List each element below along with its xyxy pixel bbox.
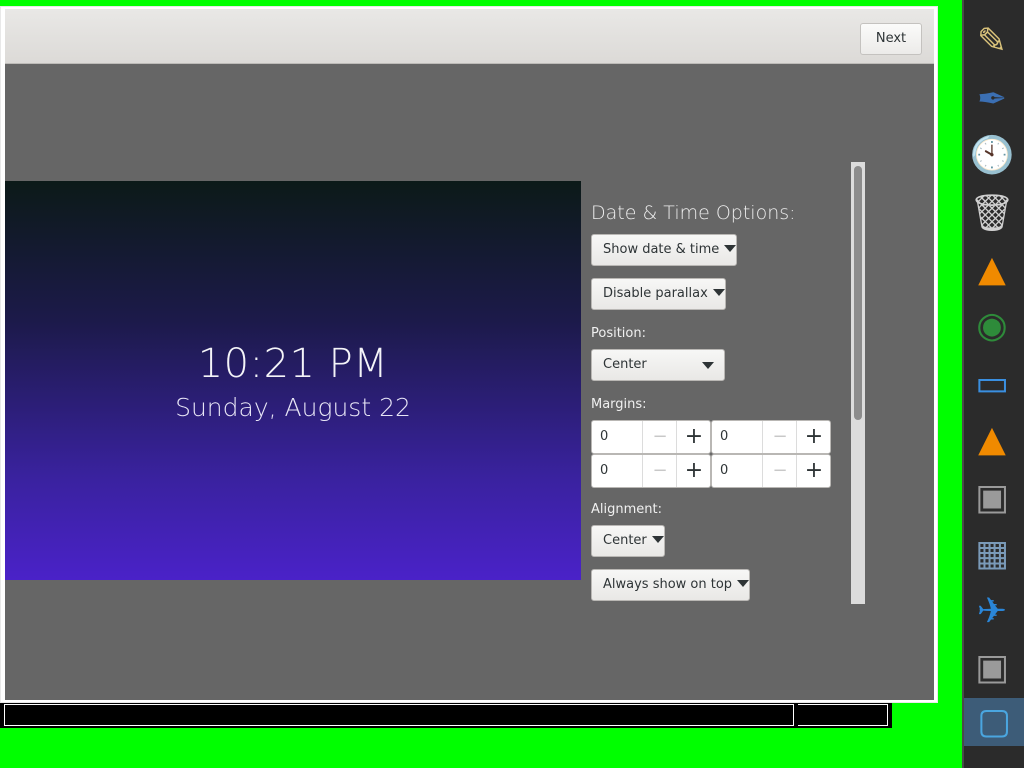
next-button[interactable]: Next (860, 23, 922, 55)
background-bar-segment (798, 704, 888, 726)
dock: ✎ ✒ 🕙 🗑 ▲ ◉ ▭ ▲ ▣ ▦ ✈ ▣ ▢ (962, 0, 1024, 768)
margin-value[interactable]: 0 (720, 455, 728, 487)
dock-item[interactable]: 🗑 (968, 190, 1016, 238)
position-value: Center (603, 357, 647, 372)
show-date-time-dropdown[interactable]: Show date & time (591, 234, 738, 266)
decrement-button[interactable]: − (762, 455, 797, 487)
clock-preview: 10:21 PM Sunday, August 22 (5, 181, 581, 580)
margin-right-spin[interactable]: 0 − + (711, 420, 831, 454)
margin-top-spin[interactable]: 0 − + (591, 420, 711, 454)
parallax-label: Disable parallax (603, 286, 708, 301)
image-viewer-icon: ▦ (974, 533, 1009, 574)
clock-icon: 🕙 (969, 135, 1015, 176)
increment-button[interactable]: + (676, 421, 711, 453)
increment-button[interactable]: + (676, 455, 711, 487)
background-window-bar (0, 700, 892, 728)
settings-window: Next 10:21 PM Sunday, August 22 Date & T… (0, 6, 938, 703)
dock-item[interactable]: ▣ (968, 474, 1016, 522)
bird-icon: ✈ (976, 591, 1008, 632)
preview-date: Sunday, August 22 (175, 393, 411, 422)
dock-item[interactable]: ▦ (968, 530, 1016, 578)
scrollbar[interactable] (851, 162, 865, 604)
dock-item[interactable]: ▢ (964, 698, 1024, 746)
alignment-label: Alignment: (591, 502, 662, 517)
terminal-icon: ▣ (974, 647, 1009, 688)
terminal-icon: ▣ (974, 477, 1009, 518)
screen-settings-icon: ▢ (976, 701, 1011, 742)
position-dropdown[interactable]: Center (591, 349, 725, 381)
scrollbar-thumb[interactable] (854, 166, 862, 420)
dropdown-arrow-icon (702, 362, 714, 369)
content-area: 10:21 PM Sunday, August 22 Date & Time O… (5, 64, 934, 700)
increment-button[interactable]: + (796, 421, 831, 453)
dock-item[interactable]: ◉ (968, 302, 1016, 350)
vlc-cone-icon: ▲ (978, 249, 1006, 290)
dock-item[interactable]: ✎ (968, 18, 1016, 66)
increment-button[interactable]: + (796, 455, 831, 487)
text-editor-feather-icon: ✒ (976, 79, 1008, 120)
dock-item[interactable]: ✈ (968, 588, 1016, 636)
dock-item[interactable]: ▣ (968, 644, 1016, 692)
margin-value[interactable]: 0 (600, 455, 608, 487)
show-date-time-label: Show date & time (603, 242, 720, 257)
decrement-button[interactable]: − (642, 455, 677, 487)
decrement-button[interactable]: − (642, 421, 677, 453)
trash-icon: 🗑 (969, 193, 1015, 234)
always-on-top-dropdown[interactable]: Always show on top (591, 569, 751, 601)
dropdown-arrow-icon (724, 245, 737, 252)
parallax-dropdown[interactable]: Disable parallax (591, 278, 726, 310)
dock-item[interactable]: ✒ (968, 76, 1016, 124)
radar-icon: ◉ (976, 305, 1008, 346)
options-title: Date & Time Options: (591, 202, 796, 224)
dropdown-arrow-icon (737, 580, 750, 587)
position-label: Position: (591, 326, 646, 341)
header-bar: Next (5, 9, 934, 64)
dock-item[interactable]: ▭ (968, 360, 1016, 408)
margins-label: Margins: (591, 397, 647, 412)
vlc-cone-icon: ▲ (978, 419, 1006, 460)
always-on-top-label: Always show on top (603, 577, 733, 592)
dropdown-arrow-icon (712, 289, 725, 296)
dropdown-arrow-icon (651, 536, 664, 543)
dock-item[interactable]: ▲ (968, 246, 1016, 294)
decrement-button[interactable]: − (762, 421, 797, 453)
margin-bottom-spin[interactable]: 0 − + (591, 454, 711, 488)
background-bar-segment (4, 704, 794, 726)
margin-left-spin[interactable]: 0 − + (711, 454, 831, 488)
window-manager-icon: ▭ (974, 363, 1009, 404)
alignment-dropdown[interactable]: Center (591, 525, 665, 557)
alignment-value: Center (603, 533, 647, 548)
preview-time: 10:21 PM (197, 341, 389, 387)
margin-value[interactable]: 0 (720, 421, 728, 453)
pencil-cup-icon: ✎ (976, 21, 1008, 62)
dock-item[interactable]: 🕙 (968, 132, 1016, 180)
dock-item[interactable]: ▲ (968, 416, 1016, 464)
margin-value[interactable]: 0 (600, 421, 608, 453)
